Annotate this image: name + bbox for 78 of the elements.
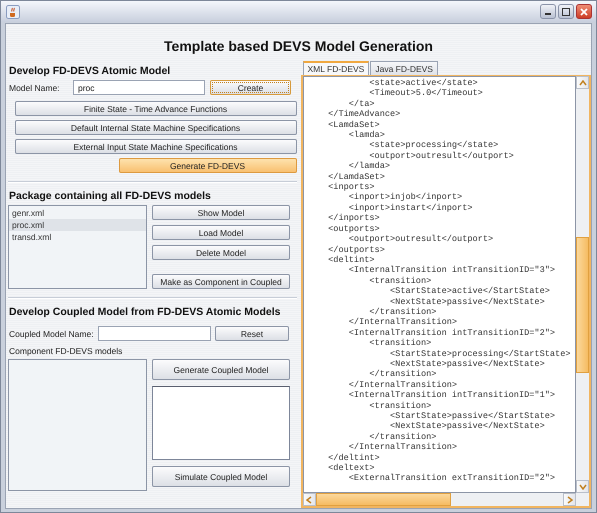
model-name-label: Model Name:: [8, 82, 61, 92]
code-line: </transition>: [368, 306, 438, 318]
code-line: <StartState>active</StartState>: [389, 286, 551, 297]
action-button[interactable]: Generate FD-DEVS: [118, 158, 296, 173]
code-line: </InternalTransition>: [348, 380, 458, 390]
close-button[interactable]: [576, 4, 592, 19]
code-line: <outport>outresult</outport>: [348, 234, 494, 244]
code-line: </transition>: [368, 369, 438, 380]
code-line: </ta>: [348, 98, 376, 110]
code-line: </transition>: [368, 432, 438, 442]
code-line: <deltint>: [327, 254, 376, 266]
action-button[interactable]: Delete Model: [152, 245, 290, 260]
code-line: <outports>: [327, 224, 381, 234]
create-button[interactable]: Create: [210, 80, 291, 95]
action-button[interactable]: Default Internal State Machine Specifications: [14, 120, 296, 135]
vertical-scrollbar[interactable]: [576, 76, 589, 493]
code-line: <InternalTransition intTransitionID="2">: [348, 328, 556, 338]
section-title: Develop Coupled Model from FD-DEVS Atomic Models: [8, 305, 282, 320]
coffee-cup-icon: [6, 4, 20, 18]
code-line: <inport>instart</inport>: [348, 202, 474, 214]
action-button[interactable]: External Input State Machine Specifications: [14, 139, 296, 154]
code-line: </deltint>: [327, 452, 381, 464]
chevron-right-icon: [566, 496, 572, 504]
coupled-name-label: Coupled Model Name:: [8, 328, 95, 338]
action-button[interactable]: Show Model: [152, 205, 290, 220]
code-line: </lamda>: [348, 161, 392, 172]
tab[interactable]: XML FD-DEVS: [302, 61, 370, 75]
chevron-left-icon: [306, 496, 312, 504]
code-line: <state>active</state>: [368, 78, 479, 88]
coupled-name-field[interactable]: [98, 326, 211, 341]
chevron-up-icon: [578, 80, 586, 86]
horizontal-scrollbar[interactable]: [302, 493, 589, 506]
list-item[interactable]: proc.xml: [9, 219, 146, 231]
code-line: </inports>: [327, 213, 381, 224]
simulate-button[interactable]: Simulate Coupled Model: [152, 466, 290, 487]
code-line: </LamdaSet>: [327, 172, 386, 182]
code-line: <NextState>passive</NextState>: [389, 296, 546, 307]
code-line: <NextState>passive</NextState>: [389, 421, 546, 432]
components-label: Component FD-DEVS models: [8, 346, 124, 356]
output-area[interactable]: [152, 386, 290, 460]
reset-button[interactable]: Reset: [215, 326, 289, 341]
code-line: <outport>outresult</outport>: [368, 150, 515, 162]
chevron-down-icon: [578, 484, 586, 490]
model-name-field[interactable]: proc: [73, 80, 205, 95]
code-line: <ExternalTransition extTransitionID="2">: [348, 473, 556, 484]
code-line: <inports>: [327, 182, 376, 192]
code-line: <transition>: [368, 400, 432, 411]
code-line: <LamdaSet>: [327, 120, 381, 130]
list-item[interactable]: genr.xml: [9, 207, 146, 219]
code-line: <InternalTransition intTransitionID="3">: [348, 265, 556, 276]
list-item[interactable]: transd.xml: [9, 231, 146, 243]
code-line: <transition>: [368, 276, 432, 286]
code-line: <InternalTransition intTransitionID="1">: [348, 390, 556, 401]
action-button[interactable]: Load Model: [152, 225, 290, 240]
code-line: <Timeout>5.0</Timeout>: [368, 88, 484, 99]
code-line: <inport>injob</inport>: [348, 192, 464, 203]
code-line: </outports>: [327, 244, 386, 255]
maximize-icon: [562, 8, 570, 16]
code-line: <StartState>passive</StartState>: [389, 411, 556, 422]
close-icon: [580, 8, 588, 16]
generate-coupled-button[interactable]: Generate Coupled Model: [152, 359, 290, 380]
code-line: <StartState>processing</StartState>: [389, 348, 572, 359]
section-title: Develop FD-DEVS Atomic Model: [8, 64, 172, 79]
code-line: </InternalTransition>: [348, 317, 458, 328]
action-button[interactable]: Finite State - Time Advance Functions: [14, 101, 296, 116]
code-line: <transition>: [368, 338, 432, 349]
page-heading: Template based DEVS Model Generation: [163, 37, 434, 56]
code-line: <state>processing</state>: [368, 140, 500, 151]
code-line: </InternalTransition>: [348, 442, 458, 453]
code-line: <deltext>: [327, 463, 376, 474]
minimize-button[interactable]: [540, 4, 556, 19]
section-title: Package containing all FD-DEVS models: [8, 189, 212, 204]
tab[interactable]: Java FD-DEVS: [370, 61, 438, 75]
action-button[interactable]: Make as Component in Coupled: [152, 274, 290, 289]
code-line: <lamda>: [348, 130, 386, 140]
maximize-button[interactable]: [558, 4, 574, 19]
code-line: </TimeAdvance>: [327, 109, 402, 120]
code-line: <NextState>passive</NextState>: [389, 358, 546, 370]
